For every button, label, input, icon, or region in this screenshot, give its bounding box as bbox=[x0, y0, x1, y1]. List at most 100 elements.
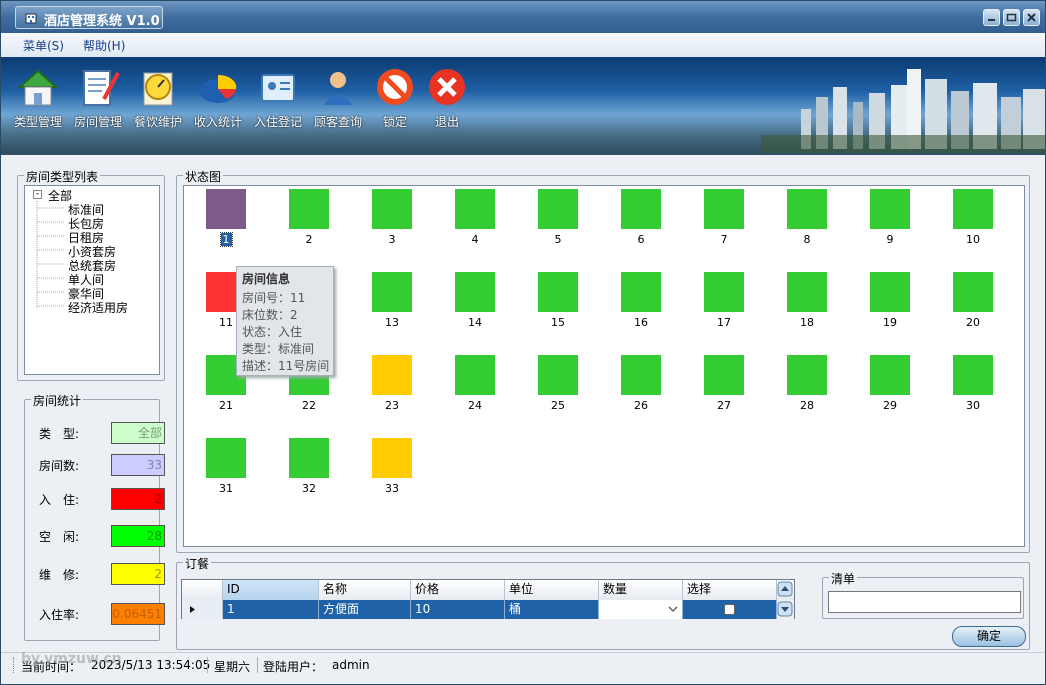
room-number: 27 bbox=[717, 399, 731, 412]
room-tile[interactable] bbox=[787, 272, 827, 312]
grid-header-select[interactable]: 选择 bbox=[683, 580, 777, 600]
toolbar-type-management[interactable]: 类型管理 bbox=[8, 63, 68, 130]
toolbar-label: 类型管理 bbox=[13, 115, 62, 129]
toolbar-checkin[interactable]: 入住登记 bbox=[248, 63, 308, 130]
stat-row-occupancy-rate: 入住率: 0.06451 bbox=[39, 603, 169, 625]
room-number: 5 bbox=[554, 233, 562, 246]
grid-cell-unit[interactable]: 桶 bbox=[505, 600, 599, 619]
room-tile[interactable] bbox=[372, 272, 412, 312]
room-number: 14 bbox=[468, 316, 482, 329]
toolbar-label: 收入统计 bbox=[193, 115, 242, 129]
toolbar-lock[interactable]: 锁定 bbox=[365, 63, 425, 130]
city-skyline-image bbox=[761, 69, 1045, 153]
grid-row-header[interactable] bbox=[182, 600, 223, 619]
no-entry-icon bbox=[377, 69, 413, 105]
room-tile[interactable] bbox=[953, 355, 993, 395]
stat-label: 入 住: bbox=[39, 493, 80, 507]
stat-value-type: 全部 bbox=[111, 422, 165, 444]
room-tile[interactable] bbox=[870, 272, 910, 312]
order-grid[interactable]: ID 名称 价格 单位 数量 选择 1 方便面 10 桶 bbox=[181, 579, 795, 619]
confirm-button[interactable]: 确定 bbox=[952, 626, 1026, 647]
room-tile[interactable] bbox=[206, 438, 246, 478]
grid-header-name[interactable]: 名称 bbox=[319, 580, 411, 600]
toolbar-catering[interactable]: 餐饮维护 bbox=[128, 63, 188, 130]
grid-cell-price[interactable]: 10 bbox=[411, 600, 505, 619]
room-tile[interactable] bbox=[538, 189, 578, 229]
room-number: 13 bbox=[385, 316, 399, 329]
room-tile[interactable] bbox=[704, 189, 744, 229]
grid-scroll-down[interactable] bbox=[777, 600, 794, 619]
toolbar-room-management[interactable]: 房间管理 bbox=[68, 63, 128, 130]
room-tile[interactable] bbox=[538, 272, 578, 312]
room-number: 8 bbox=[803, 233, 811, 246]
room-number: 28 bbox=[800, 399, 814, 412]
toolbar-label: 房间管理 bbox=[73, 115, 122, 129]
toolbar-label: 锁定 bbox=[382, 115, 407, 129]
stat-label: 维 修: bbox=[39, 568, 80, 582]
room-tile[interactable] bbox=[372, 438, 412, 478]
room-tile[interactable] bbox=[870, 355, 910, 395]
room-tile[interactable] bbox=[455, 189, 495, 229]
menu-item-help[interactable]: 帮助(H) bbox=[83, 37, 125, 54]
grid-corner-header bbox=[182, 580, 223, 600]
toolbar-label: 退出 bbox=[434, 115, 459, 129]
stat-value-occupancy-rate: 0.06451 bbox=[111, 603, 165, 625]
grid-header-qty[interactable]: 数量 bbox=[599, 580, 683, 600]
room-number: 2 bbox=[305, 233, 313, 246]
menu-item-menu[interactable]: 菜单(S) bbox=[23, 37, 64, 54]
grid-header-unit[interactable]: 单位 bbox=[505, 580, 599, 600]
room-tile[interactable] bbox=[206, 189, 246, 229]
room-tile[interactable] bbox=[704, 272, 744, 312]
toolbar-income-stats[interactable]: 收入统计 bbox=[188, 63, 248, 130]
grid-scroll-up[interactable] bbox=[777, 580, 794, 600]
room-tile[interactable] bbox=[787, 189, 827, 229]
minimize-button[interactable] bbox=[983, 9, 1000, 26]
stat-label: 入住率: bbox=[39, 608, 80, 622]
bill-group: 清单 bbox=[822, 570, 1024, 619]
room-tile[interactable] bbox=[870, 189, 910, 229]
row-pointer-icon bbox=[190, 606, 195, 613]
grid-header-price[interactable]: 价格 bbox=[411, 580, 505, 600]
grid-cell-id[interactable]: 1 bbox=[223, 600, 319, 619]
title-bar[interactable]: 酒店管理系统 V1.0 bbox=[1, 1, 1045, 33]
grid-cell-name[interactable]: 方便面 bbox=[319, 600, 411, 619]
room-tile[interactable] bbox=[455, 272, 495, 312]
toolbar-exit[interactable]: 退出 bbox=[417, 63, 477, 130]
room-tile[interactable] bbox=[787, 355, 827, 395]
close-icon bbox=[1027, 13, 1036, 22]
room-tile[interactable] bbox=[455, 355, 495, 395]
room-stats-title: 房间统计 bbox=[31, 392, 84, 409]
room-number: 10 bbox=[966, 233, 980, 246]
room-stats-group: 房间统计 类 型: 全部 房间数: 33 入 住: 2 空 闲: 28 维 修:… bbox=[24, 392, 165, 641]
stat-row-free: 空 闲: 28 bbox=[39, 525, 169, 547]
grid-header-id[interactable]: ID bbox=[223, 580, 319, 600]
toolbar-customer-query[interactable]: 顾客查询 bbox=[308, 63, 368, 130]
room-number: 18 bbox=[800, 316, 814, 329]
room-tile[interactable] bbox=[289, 438, 329, 478]
room-tile[interactable] bbox=[704, 355, 744, 395]
room-tile[interactable] bbox=[621, 189, 661, 229]
room-tile[interactable] bbox=[953, 189, 993, 229]
room-tile[interactable] bbox=[372, 189, 412, 229]
room-tile[interactable] bbox=[289, 189, 329, 229]
grid-cell-qty-dropdown[interactable] bbox=[599, 600, 683, 619]
close-icon bbox=[429, 69, 465, 105]
room-tile[interactable] bbox=[621, 272, 661, 312]
room-number: 9 bbox=[886, 233, 894, 246]
status-separator bbox=[257, 657, 258, 673]
room-tile[interactable] bbox=[953, 272, 993, 312]
room-tile[interactable] bbox=[621, 355, 661, 395]
maximize-button[interactable] bbox=[1003, 9, 1020, 26]
select-checkbox[interactable] bbox=[724, 604, 735, 615]
tree-item[interactable]: 经济适用房 bbox=[68, 299, 128, 316]
chevron-down-icon bbox=[668, 606, 678, 612]
stat-row-room-count: 房间数: 33 bbox=[39, 454, 169, 476]
room-type-tree[interactable]: - 全部 标准间 长包房 日租房 小资套房 总统套房 单人间 豪华间 经济适用房 bbox=[24, 185, 160, 375]
room-tile[interactable] bbox=[538, 355, 578, 395]
tree-collapse-icon[interactable]: - bbox=[33, 190, 42, 199]
close-button[interactable] bbox=[1023, 9, 1040, 26]
menu-bar: 菜单(S) 帮助(H) bbox=[1, 33, 1045, 57]
room-tile[interactable] bbox=[372, 355, 412, 395]
bill-input[interactable] bbox=[828, 591, 1021, 613]
id-card-icon bbox=[261, 74, 295, 102]
